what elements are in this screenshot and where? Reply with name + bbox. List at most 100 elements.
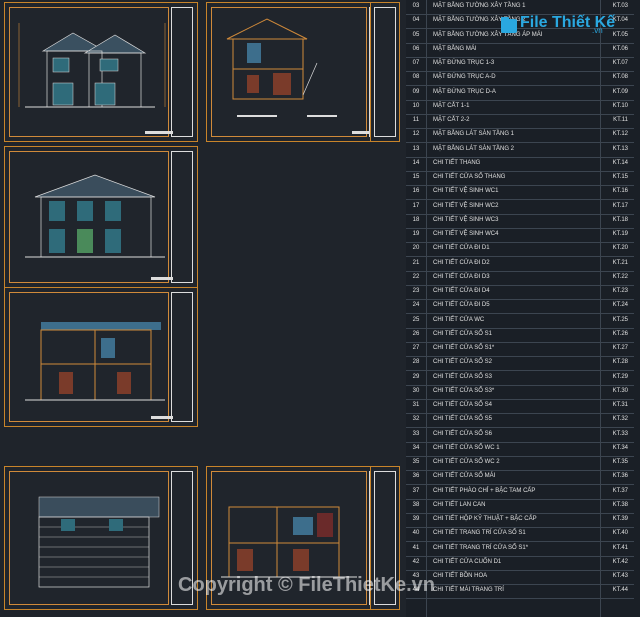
row-number: 11 [412,117,420,123]
row-number: 36 [412,473,420,480]
table-row: 25 CHI TIẾT CỬA WC KT.25 [406,314,634,329]
table-row: 35 CHI TIẾT CỬA SỔ WC 2 KT.35 [406,456,634,472]
row-number: 29 [412,373,420,380]
sheet-partial-right[interactable] [370,2,400,142]
table-row: 17 CHI TIẾT VỆ SINH WC2 KT.17 [406,200,634,215]
table-row: 36 CHI TIẾT CỬA SỔ MÁI KT.36 [406,470,634,486]
sheet-elevation-front[interactable] [4,2,198,142]
drawing-title: MẶT BẰNG TƯỜNG XÂY TẦNG 1 [433,3,526,9]
row-number: 16 [412,188,420,195]
row-number: 20 [412,245,420,252]
table-row: 26 CHI TIẾT CỬA SỔ S1 KT.26 [406,328,634,343]
table-row: 09 MẶT ĐỨNG TRỤC D-A KT.09 [406,86,634,101]
table-row: 08 MẶT ĐỨNG TRỤC A-D KT.08 [406,71,634,87]
row-number: 14 [412,159,420,166]
table-row: 43 CHI TIẾT BỒN HOA KT.43 [406,570,634,586]
sheet-section-2[interactable] [4,287,198,427]
row-number: 25 [412,316,420,323]
drawing-title: MẶT CẮT 1-1 [433,102,470,109]
cad-canvas[interactable]: 03 MẶT BẰNG TƯỜNG XÂY TẦNG 1 KT.03 04 MẶT BẰ… [0,0,640,617]
drawing-title: CHI TIẾT CỬA WC [433,316,485,323]
row-number: 34 [412,444,420,451]
row-number: 13 [412,145,420,152]
drawing-code: KT.13 [612,145,628,152]
drawing-title: CHI TIẾT CỬA CUỐN D1 [433,558,502,565]
drawing-title: CHI TIẾT CỬA SỔ S1 [433,330,492,337]
drawing-title: CHI TIẾT CỬA SỔ WC 1 [433,444,500,451]
drawing-code: KT.19 [612,231,628,237]
table-row: 14 CHI TIẾT THANG KT.14 [406,157,634,172]
drawing-title: CHI TIẾT LAN CAN [433,501,486,508]
table-row: 13 MẶT BẰNG LÁT SÀN TẦNG 2 KT.13 [406,143,634,158]
section-drawing [226,18,372,134]
drawing-code: KT.28 [612,359,628,366]
row-number: 07 [412,60,420,66]
row-number: 35 [412,459,420,465]
table-row: 07 MẶT ĐỨNG TRỤC 1-3 KT.07 [406,57,634,73]
drawing-title: MẶT ĐỨNG TRỤC D-A [433,88,496,95]
drawing-code: KT.08 [612,74,628,81]
row-number: 26 [412,330,420,337]
row-number: 21 [412,259,420,266]
table-row: 15 CHI TIẾT CỬA SỔ THANG KT.15 [406,171,634,187]
drawing-title: CHI TIẾT VỆ SINH WC4 [433,231,499,237]
drawing-code: KT.42 [612,558,628,565]
row-number: 04 [412,17,420,24]
drawing-code: KT.26 [612,330,628,337]
row-number: 22 [412,273,420,280]
house-elevation-drawing [18,23,173,134]
row-number: 38 [412,501,420,508]
row-number: 09 [412,88,420,95]
row-number: 24 [412,302,420,309]
drawing-code: KT.10 [612,102,628,109]
row-number: 23 [412,288,420,294]
rear-elevation-drawing [38,496,160,588]
row-number: 27 [412,345,420,351]
drawing-list-table: 03 MẶT BẰNG TƯỜNG XÂY TẦNG 1 KT.03 04 MẶT BẰ… [406,0,640,617]
drawing-code: KT.17 [612,202,628,209]
drawing-title: CHI TIẾT CỬA SỔ S2 [433,359,492,366]
title-block [374,7,396,137]
drawing-code: KT.31 [612,402,628,408]
table-row: 38 CHI TIẾT LAN CAN KT.38 [406,499,634,514]
row-number: 06 [412,45,420,52]
drawing-code: KT.33 [612,430,628,437]
drawing-title: MẶT BẰNG LÁT SÀN TẦNG 1 [433,131,515,138]
drawing-title: CHI TIẾT VỆ SINH WC3 [433,216,499,223]
drawing-title: CHI TIẾT CỬA ĐI D2 [433,259,490,266]
drawing-code: KT.39 [612,516,628,522]
folder-icon [501,17,517,33]
sheet-elevation-rear[interactable] [4,466,198,610]
drawing-code: KT.16 [612,188,628,195]
table-row: 40 CHI TIẾT TRANG TRÍ CỬA SỔ S1 KT.40 [406,527,634,543]
sheet-section-1[interactable] [206,2,396,142]
table-row: 21 CHI TIẾT CỬA ĐI D2 KT.21 [406,257,634,272]
table-row: 33 CHI TIẾT CỬA SỔ S6 KT.33 [406,428,634,443]
drawing-code: KT.34 [612,444,628,451]
row-number: 40 [412,530,420,537]
drawing-code: KT.35 [612,459,628,465]
row-number: 17 [412,202,420,209]
drawing-code: KT.36 [612,473,628,480]
drawing-code: KT.14 [612,159,628,166]
drawing-title: CHI TIẾT THANG [433,159,481,166]
drawing-code: KT.06 [612,45,628,52]
drawing-code: KT.15 [612,174,628,180]
row-number: 33 [412,430,420,437]
brand-logo: File Thiết Kế .vn [500,10,615,44]
row-number: 30 [412,387,420,394]
drawing-title: CHI TIẾT CỬA SỔ S6 [433,430,492,437]
drawing-code: KT.09 [612,88,628,95]
table-row: 44 CHI TIẾT MÁI TRANG TRÍ KT.44 [406,584,634,600]
table-row: 10 MẶT CẮT 1-1 KT.10 [406,100,634,115]
row-number: 18 [412,216,420,223]
house-side-drawing [25,174,173,280]
drawing-title: MẶT ĐỨNG TRỤC A-D [433,74,496,81]
section-2-drawing [25,322,173,419]
table-row: 39 CHI TIẾT HỘP KỸ THUẬT + BẬC CẤP KT.39 [406,513,634,529]
table-row: 18 CHI TIẾT VỆ SINH WC3 KT.18 [406,214,634,229]
drawing-title: MẶT ĐỨNG TRỤC 1-3 [433,60,495,66]
sheet-elevation-side[interactable] [4,146,198,288]
drawing-code: KT.11 [613,117,628,123]
drawing-title: MẶT BẰNG MÁI [433,45,477,52]
